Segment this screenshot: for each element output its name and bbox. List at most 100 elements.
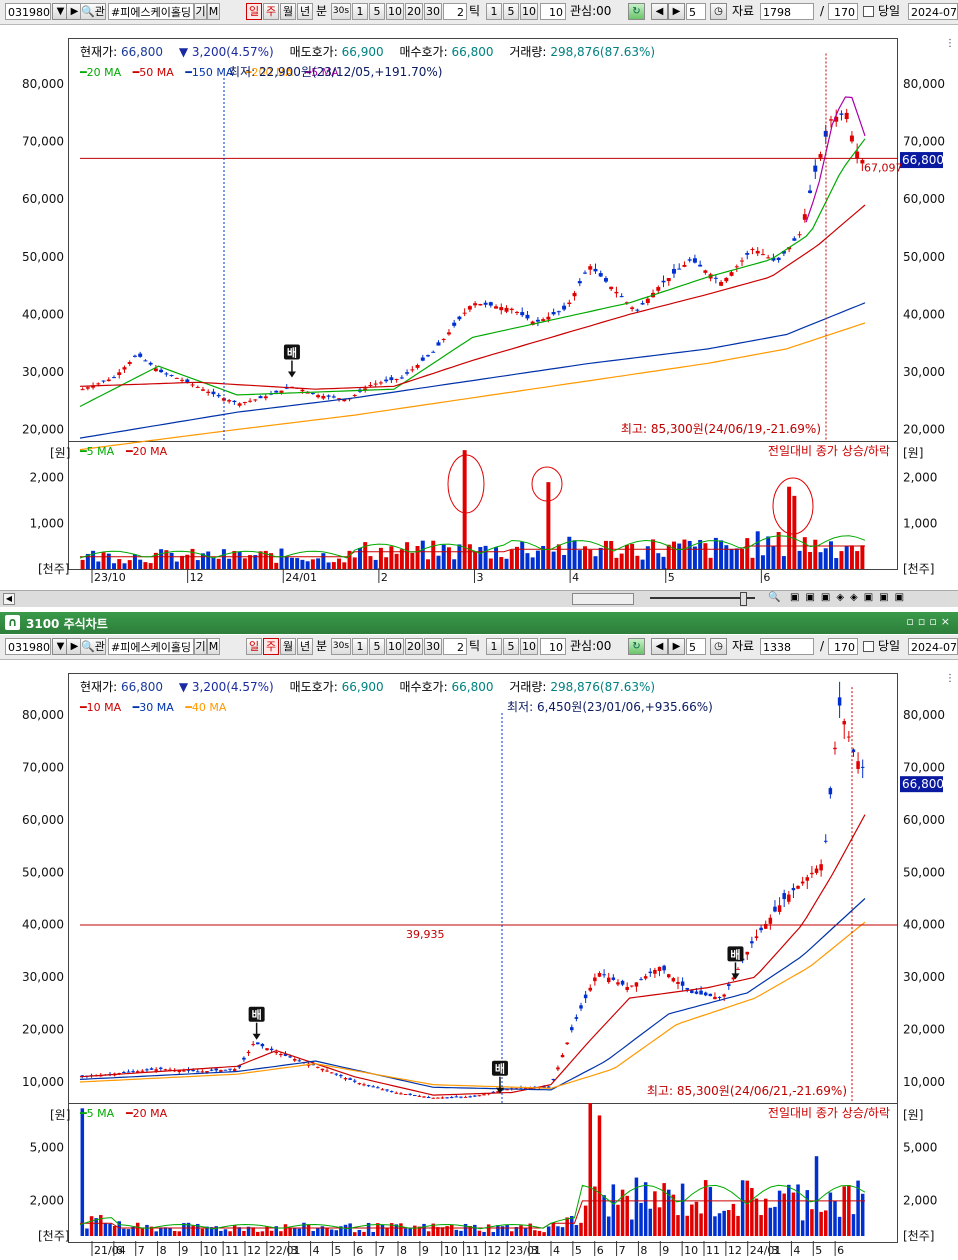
volume-bar xyxy=(597,1115,602,1236)
x-tick-label: 9 xyxy=(181,1244,188,1257)
candle-body xyxy=(477,1095,482,1097)
volume-bar xyxy=(440,1227,445,1236)
candle-body xyxy=(343,1078,348,1080)
price-tick-left: 80,000 xyxy=(22,708,64,722)
volume-bar xyxy=(172,1231,177,1236)
candle-body xyxy=(468,1096,472,1098)
candle-body xyxy=(352,1080,357,1082)
price-chart-2[interactable]: 80,000 80,000 70,000 70,000 60,000 60,000 50,0… xyxy=(0,0,958,1260)
volume-bar xyxy=(593,1186,597,1236)
volume-bar xyxy=(759,1215,763,1236)
volume-bar xyxy=(639,1202,643,1236)
candle-body xyxy=(246,1051,251,1054)
volume-bar xyxy=(256,1231,260,1236)
volume-bar xyxy=(653,1191,657,1236)
candle-body xyxy=(348,1078,352,1080)
candle-body xyxy=(837,697,842,706)
volume-bar xyxy=(108,1223,112,1236)
candle-body xyxy=(408,1093,412,1095)
volume-bar xyxy=(579,1222,583,1236)
volume-bar xyxy=(426,1231,431,1236)
candle-body xyxy=(754,936,759,939)
candle-body xyxy=(574,1017,579,1019)
volume-bar xyxy=(736,1215,740,1236)
candle-body xyxy=(380,1089,385,1091)
candle-body xyxy=(269,1048,274,1051)
volume-bar xyxy=(232,1225,237,1236)
candle-body xyxy=(560,1054,565,1058)
volume-bar xyxy=(316,1227,320,1236)
candle-body xyxy=(228,1068,232,1070)
volume-bar xyxy=(763,1198,768,1236)
candle-body xyxy=(214,1068,218,1071)
candle-body xyxy=(454,1096,459,1098)
volume-bar xyxy=(787,1184,791,1236)
x-tick-label: 12 xyxy=(728,1244,742,1257)
volume-bar xyxy=(357,1229,362,1236)
x-tick-label: 6 xyxy=(837,1244,844,1257)
candle-body xyxy=(279,1053,283,1056)
candle-body xyxy=(791,887,796,891)
volume-bar xyxy=(523,1227,528,1236)
volume-bar xyxy=(228,1231,232,1236)
volume-bar xyxy=(616,1204,620,1236)
volume-bar xyxy=(625,1195,629,1236)
x-tick-label: 6 xyxy=(356,1244,363,1257)
candle-body xyxy=(833,747,837,750)
candle-body xyxy=(583,994,588,999)
volume-bar xyxy=(279,1231,283,1236)
volume-bar xyxy=(251,1227,255,1236)
candle-body xyxy=(634,982,639,987)
ma-line-40ma xyxy=(79,921,866,1089)
volume-bar xyxy=(399,1223,403,1236)
candle-body xyxy=(736,968,740,970)
candle-body xyxy=(463,1096,468,1098)
candle-body xyxy=(588,987,593,991)
volume-bar xyxy=(177,1231,182,1236)
candle-body xyxy=(782,893,786,900)
volume-bar xyxy=(352,1232,357,1236)
x-tick-label: 3 xyxy=(772,1244,779,1257)
volume-bar xyxy=(89,1216,94,1236)
price-tick-right: 80,000 xyxy=(903,708,945,722)
candle-body xyxy=(606,977,611,983)
x-tick-label: 3 xyxy=(291,1244,298,1257)
x-tick-label: 4 xyxy=(553,1244,560,1257)
x-tick-label: 5 xyxy=(334,1244,341,1257)
candle-body xyxy=(653,969,657,974)
candle-body xyxy=(334,1073,339,1075)
volume-bar xyxy=(94,1218,98,1236)
volume-bar xyxy=(814,1156,819,1236)
candle-body xyxy=(154,1069,158,1071)
volume-bar xyxy=(551,1222,556,1236)
volume-bar xyxy=(542,1232,546,1236)
price-tick-right: 40,000 xyxy=(903,918,945,932)
volume-bar xyxy=(690,1204,694,1236)
candle-body xyxy=(325,1070,329,1072)
candle-body xyxy=(399,1093,403,1095)
volume-unit-right: [천주] xyxy=(903,1228,934,1243)
candle-body xyxy=(422,1096,426,1098)
candle-body xyxy=(856,761,860,769)
candle-body xyxy=(727,984,731,987)
candle-body xyxy=(357,1083,362,1085)
candle-body xyxy=(819,864,823,871)
volume-bar xyxy=(819,1211,823,1236)
candle-body xyxy=(209,1069,214,1071)
volume-bar xyxy=(449,1224,454,1236)
volume-bar xyxy=(292,1228,297,1236)
candle-body xyxy=(131,1071,135,1073)
volume-bar xyxy=(773,1206,777,1236)
x-tick-label: 7 xyxy=(138,1244,145,1257)
volume-bar xyxy=(200,1228,205,1236)
volume-bar xyxy=(145,1224,149,1236)
candle-body xyxy=(593,977,597,982)
volume-bar xyxy=(103,1222,108,1236)
volume-bar xyxy=(519,1225,523,1236)
volume-bar xyxy=(611,1184,616,1236)
volume-bar xyxy=(828,1192,833,1236)
candle-body xyxy=(657,966,662,972)
candle-body xyxy=(662,965,666,971)
candle-body xyxy=(620,980,625,985)
volume-bar xyxy=(269,1230,274,1236)
